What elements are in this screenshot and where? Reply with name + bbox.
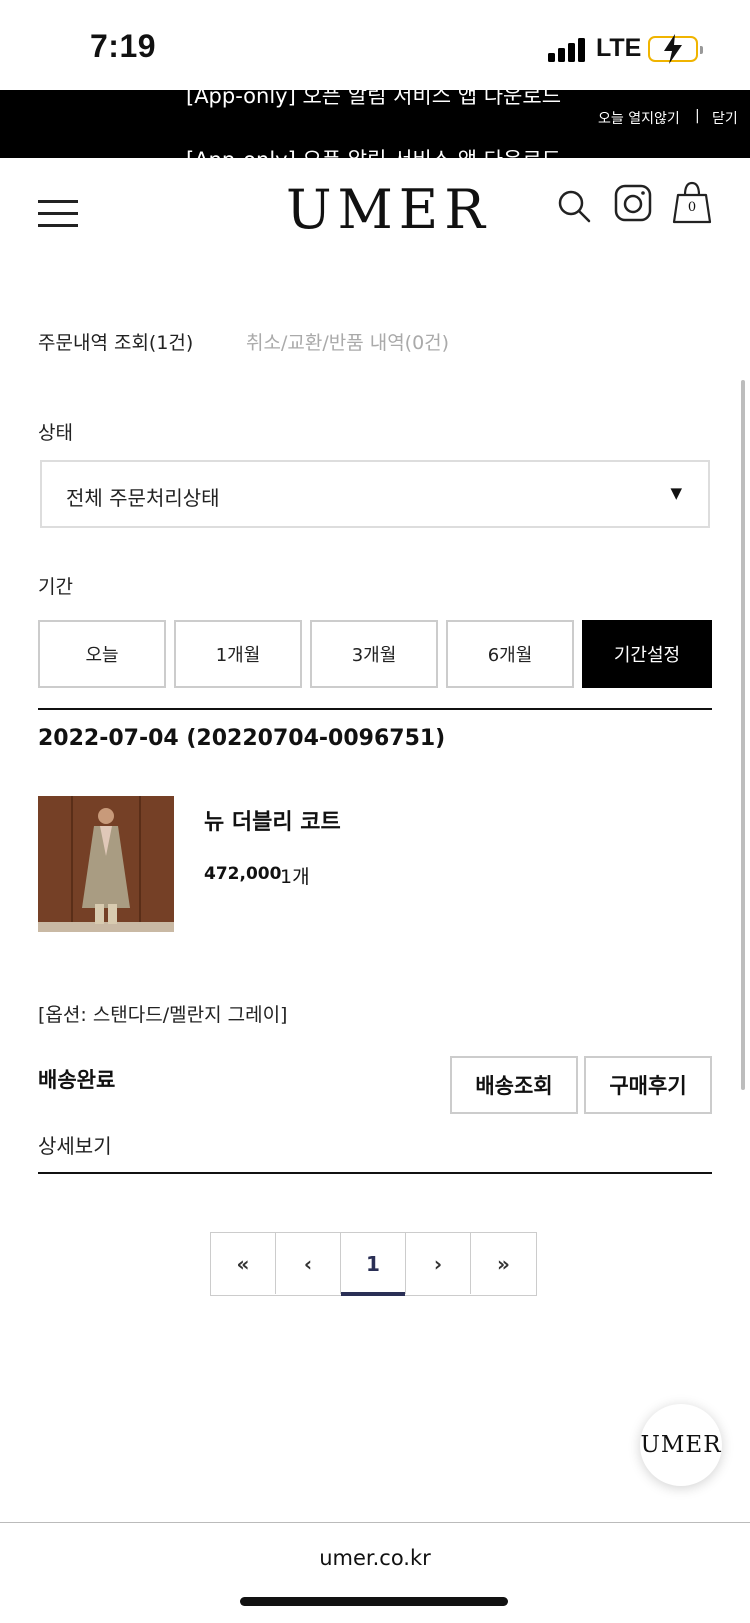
floating-umer-button[interactable]: UMER	[640, 1404, 722, 1486]
home-indicator[interactable]	[240, 1597, 508, 1606]
period-1month-button[interactable]: 1개월	[174, 620, 302, 688]
promo-text-next[interactable]: [App-only] 오픈 알림 서비스 앱 다운로드	[186, 144, 561, 158]
product-quantity: 1개	[280, 866, 310, 888]
dropdown-arrow-icon: ▼	[670, 484, 682, 502]
site-header: UMER 0	[0, 158, 750, 258]
shipping-status: 배송완료	[38, 1068, 116, 1092]
menu-icon[interactable]	[38, 200, 78, 228]
order-status-value: 전체 주문처리상태	[66, 486, 220, 510]
instagram-icon[interactable]	[614, 184, 652, 222]
track-shipping-button[interactable]: 배송조회	[450, 1056, 578, 1114]
cart-icon[interactable]: 0	[672, 180, 712, 226]
prev-page-button[interactable]: ‹	[276, 1233, 341, 1294]
period-today-button[interactable]: 오늘	[38, 620, 166, 688]
cart-count: 0	[687, 200, 697, 215]
product-name[interactable]: 뉴 더블리 코트	[204, 804, 341, 836]
tab-cancel-exchange-return[interactable]: 취소/교환/반품 내역(0건)	[246, 328, 449, 355]
product-thumbnail[interactable]	[38, 796, 174, 932]
divider	[38, 708, 712, 710]
address-bar-url[interactable]: umer.co.kr	[0, 1546, 750, 1570]
divider	[38, 1172, 712, 1174]
network-type: LTE	[596, 34, 642, 62]
first-page-button[interactable]: «	[211, 1233, 276, 1294]
battery-icon	[648, 34, 703, 64]
product-price: 472,000	[204, 864, 282, 884]
scrollbar[interactable]	[741, 380, 745, 1090]
browser-toolbar-divider	[0, 1522, 750, 1523]
hide-today-button[interactable]: 오늘 열지않기	[598, 108, 680, 128]
period-custom-button[interactable]: 기간설정	[582, 620, 712, 688]
promo-text[interactable]: [App-only] 오픈 알림 서비스 앱 다운로드	[186, 90, 561, 110]
close-banner-button[interactable]: 닫기	[712, 108, 738, 128]
period-label: 기간	[38, 576, 73, 598]
last-page-button[interactable]: »	[471, 1233, 536, 1294]
status-time: 7:19	[90, 28, 157, 64]
order-date-number[interactable]: 2022-07-04 (20220704-0096751)	[38, 726, 445, 751]
promo-banner[interactable]: [App-only] 오픈 알림 서비스 앱 다운로드 [App-only] 오…	[0, 90, 750, 158]
status-label: 상태	[38, 422, 73, 444]
period-3month-button[interactable]: 3개월	[310, 620, 438, 688]
pagination: « ‹ 1 › »	[210, 1232, 537, 1296]
page-1-button[interactable]: 1	[341, 1233, 406, 1296]
search-icon[interactable]	[556, 188, 592, 224]
write-review-button[interactable]: 구매후기	[584, 1056, 712, 1114]
period-6month-button[interactable]: 6개월	[446, 620, 574, 688]
promo-separator: |	[695, 108, 700, 124]
next-page-button[interactable]: ›	[406, 1233, 471, 1294]
product-option: [옵션: 스탠다드/멜란지 그레이]	[38, 1004, 288, 1026]
site-logo[interactable]: UMER	[286, 178, 491, 241]
status-bar: 7:19 LTE	[0, 0, 750, 90]
order-status-select[interactable]: 전체 주문처리상태 ▼	[40, 460, 710, 528]
order-detail-link[interactable]: 상세보기	[38, 1130, 112, 1159]
signal-icon	[548, 38, 588, 62]
tab-order-history[interactable]: 주문내역 조회(1건)	[38, 328, 193, 355]
